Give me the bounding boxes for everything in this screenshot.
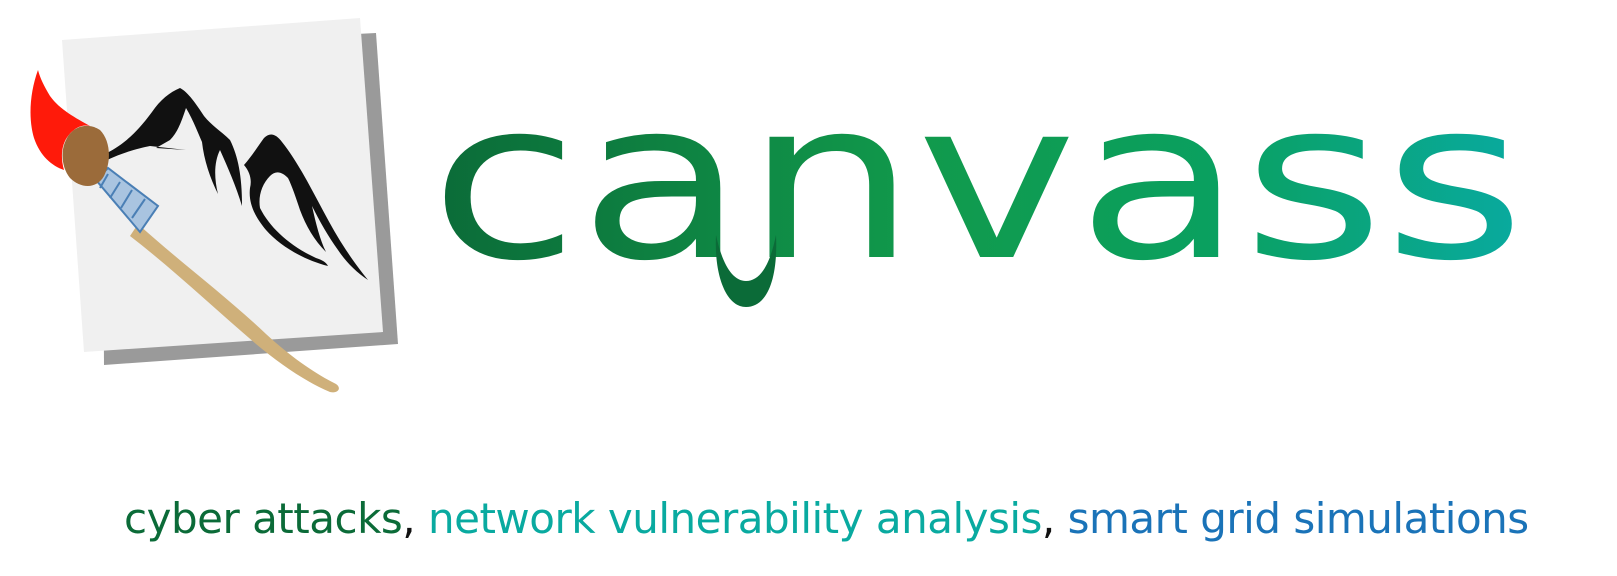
- tagline-network-vulnerability: network vulnerability analysis: [427, 494, 1042, 543]
- wordmark-text: canvass: [430, 85, 1525, 309]
- tagline-cyber-attacks: cyber attacks: [124, 494, 403, 543]
- tagline: cyber attacks, network vulnerability ana…: [124, 493, 1604, 553]
- tagline-separator: ,: [402, 494, 428, 543]
- wordmark-logo: canvass: [430, 85, 1525, 309]
- tagline-smart-grid: smart grid simulations: [1067, 494, 1530, 543]
- brush-bristle-base: [62, 125, 109, 186]
- paintbrush-canvas-mountain-icon: [30, 18, 398, 393]
- tagline-separator: ,: [1041, 494, 1068, 543]
